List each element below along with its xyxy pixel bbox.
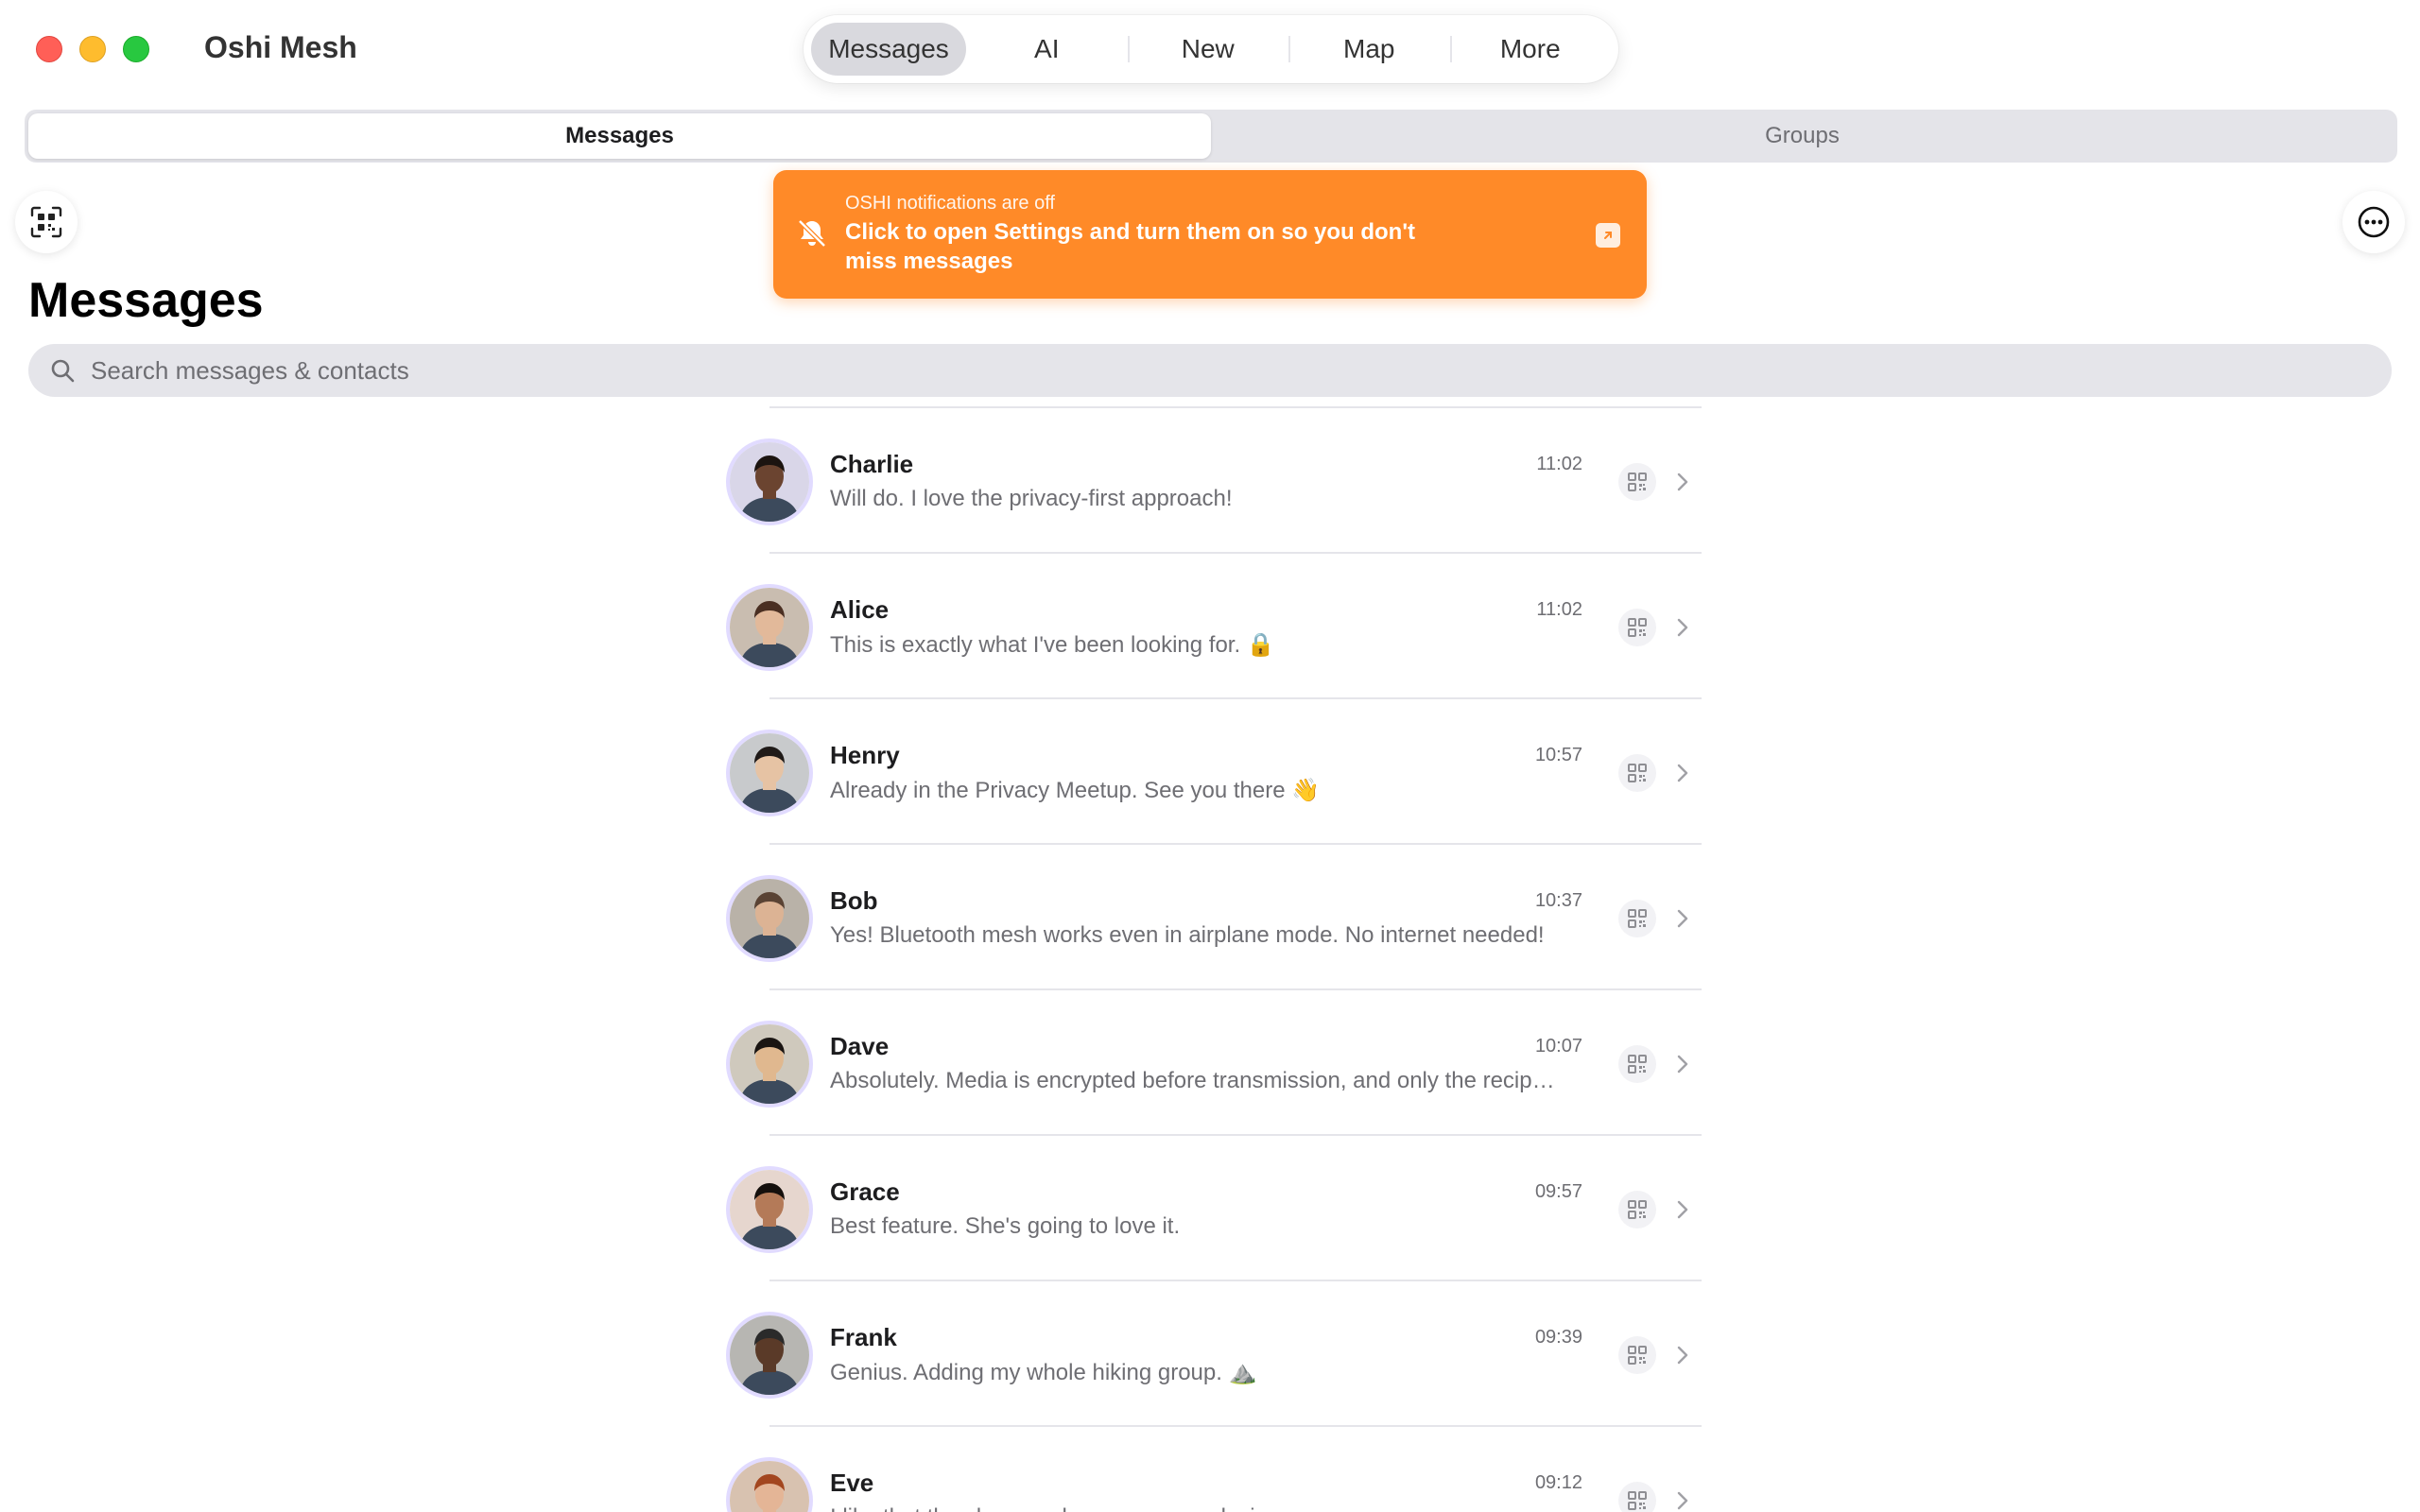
conversation-row[interactable]: Charlie Will do. I love the privacy-first… [718, 408, 1702, 554]
qr-code-button[interactable] [1618, 900, 1656, 937]
minimize-window-button[interactable] [79, 36, 106, 62]
window-controls [36, 36, 149, 62]
message-time: 09:12 [1534, 1472, 1582, 1493]
chevron-right-icon [1669, 1487, 1696, 1512]
avatar [730, 1024, 809, 1104]
chevron-right-icon [1669, 1196, 1696, 1223]
nav-tab-new[interactable]: New [1127, 23, 1289, 76]
qr-code-button[interactable] [1618, 609, 1656, 646]
avatar [730, 442, 809, 522]
qr-code-icon [1628, 618, 1647, 637]
qr-code-icon [1628, 1200, 1647, 1219]
qr-code-icon [1628, 1491, 1647, 1510]
more-options-button[interactable] [2342, 191, 2405, 253]
nav-tab-ai[interactable]: AI [966, 23, 1128, 76]
segment-messages[interactable]: Messages [28, 113, 1211, 159]
qr-code-icon [1628, 909, 1647, 928]
message-preview: Yes! Bluetooth mesh works even in airpla… [830, 922, 1545, 948]
messages-groups-segmented-control: Messages Groups [25, 110, 2397, 163]
avatar [730, 1315, 809, 1395]
avatar [730, 1170, 809, 1249]
search-bar [28, 344, 2392, 397]
qr-code-button[interactable] [1618, 463, 1656, 501]
chevron-right-icon [1669, 760, 1696, 786]
message-preview: Best feature. She's going to love it. [830, 1213, 1181, 1239]
message-time: 10:37 [1534, 890, 1582, 911]
message-preview: Will do. I love the privacy-first approa… [830, 486, 1233, 511]
qr-scan-button[interactable] [15, 191, 78, 253]
avatar [730, 588, 809, 667]
contact-name: Eve [830, 1469, 874, 1497]
qr-code-button[interactable] [1618, 1045, 1656, 1083]
avatar [730, 879, 809, 958]
message-preview: I like that they have a clear, non-open … [830, 1504, 1558, 1512]
conversation-row[interactable]: Alice This is exactly what I've been look… [718, 554, 1702, 699]
message-preview: Absolutely. Media is encrypted before tr… [830, 1068, 1558, 1093]
message-preview: This is exactly what I've been looking f… [830, 632, 1275, 658]
message-time: 10:57 [1534, 745, 1582, 765]
qr-code-icon [1628, 1346, 1647, 1365]
main-nav: Messages AI New Map More [804, 15, 1618, 83]
qr-code-icon [1628, 1055, 1647, 1074]
contact-name: Grace [830, 1177, 900, 1206]
qr-scan-icon [30, 206, 62, 238]
message-time: 11:02 [1536, 599, 1582, 620]
chevron-right-icon [1669, 614, 1696, 641]
message-preview: Already in the Privacy Meetup. See you t… [830, 778, 1321, 803]
qr-code-button[interactable] [1618, 754, 1656, 792]
contact-name: Bob [830, 886, 878, 915]
conversation-row[interactable]: Grace Best feature. She's going to love i… [718, 1136, 1702, 1281]
conversation-row[interactable]: Eve I like that they have a clear, non-op… [718, 1427, 1702, 1512]
nav-tab-messages[interactable]: Messages [811, 23, 966, 76]
ellipsis-circle-icon [2358, 206, 2390, 238]
contact-name: Charlie [830, 450, 914, 478]
message-time: 11:02 [1536, 454, 1582, 474]
conversation-row[interactable]: Henry Already in the Privacy Meetup. See … [718, 699, 1702, 845]
conversation-row[interactable]: Bob Yes! Bluetooth mesh works even in air… [718, 845, 1702, 990]
chevron-right-icon [1669, 1342, 1696, 1368]
contact-name: Frank [830, 1323, 897, 1351]
avatar [730, 1461, 809, 1512]
app-title: Oshi Mesh [204, 30, 357, 64]
contact-name: Henry [830, 741, 900, 769]
qr-code-icon [1628, 472, 1647, 491]
qr-code-button[interactable] [1618, 1191, 1656, 1228]
maximize-window-button[interactable] [123, 36, 149, 62]
chevron-right-icon [1669, 469, 1696, 495]
banner-message: Click to open Settings and turn them on … [845, 219, 1416, 274]
notifications-off-banner[interactable]: OSHI notifications are off Click to open… [773, 170, 1647, 299]
qr-code-button[interactable] [1618, 1482, 1656, 1512]
chevron-right-icon [1669, 1051, 1696, 1077]
conversation-row[interactable]: Dave Absolutely. Media is encrypted befor… [718, 990, 1702, 1136]
segment-groups[interactable]: Groups [1211, 113, 2394, 159]
qr-code-icon [1628, 764, 1647, 782]
message-time: 09:39 [1534, 1327, 1582, 1348]
nav-tab-more[interactable]: More [1449, 23, 1612, 76]
close-window-button[interactable] [36, 36, 62, 62]
page-title: Messages [28, 273, 264, 328]
banner-subtitle: OSHI notifications are off [845, 193, 1055, 214]
open-settings-arrow-icon[interactable] [1596, 223, 1620, 248]
message-preview: Genius. Adding my whole hiking group. ⛰️ [830, 1360, 1257, 1385]
conversation-row[interactable]: Frank Genius. Adding my whole hiking grou… [718, 1281, 1702, 1427]
contact-name: Alice [830, 595, 890, 624]
avatar [730, 733, 809, 813]
app-window: Oshi Mesh Messages AI New Map More Messages G… [0, 0, 2420, 1512]
bell-slash-icon [798, 219, 826, 248]
search-icon [51, 359, 75, 383]
message-time: 09:57 [1534, 1181, 1582, 1202]
contact-name: Dave [830, 1032, 890, 1060]
search-input[interactable] [91, 355, 2265, 386]
nav-tab-map[interactable]: Map [1288, 23, 1450, 76]
qr-code-button[interactable] [1618, 1336, 1656, 1374]
message-time: 10:07 [1534, 1036, 1582, 1057]
chevron-right-icon [1669, 905, 1696, 932]
